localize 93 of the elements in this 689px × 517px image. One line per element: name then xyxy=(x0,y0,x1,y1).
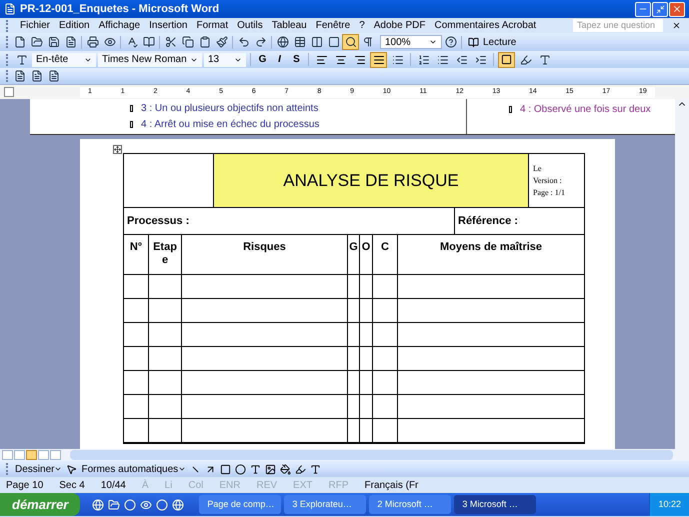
close-icon[interactable] xyxy=(672,21,681,30)
quick-launch-icon[interactable] xyxy=(140,498,152,510)
zoom-dropdown[interactable]: 100% xyxy=(380,35,442,49)
reference-label: Référence : xyxy=(458,214,518,229)
status-item: Page 10 xyxy=(6,478,44,492)
menu-item[interactable]: Outils xyxy=(237,18,263,33)
search-field[interactable]: Tapez une question xyxy=(573,19,663,32)
tab-stop-icon[interactable] xyxy=(4,87,14,97)
quick-launch-icon[interactable] xyxy=(108,498,120,510)
column-header: N° xyxy=(130,241,142,255)
borders-icon xyxy=(501,54,512,65)
column-header: C xyxy=(381,241,389,255)
restore-icon xyxy=(656,4,664,14)
meta-text: Page : 1/1 xyxy=(533,186,566,198)
status-item: Li xyxy=(164,478,172,492)
clock: 10:22 xyxy=(658,498,681,511)
menu-item[interactable]: Affichage xyxy=(98,18,140,33)
close-button[interactable] xyxy=(669,2,685,16)
quick-launch-icon[interactable] xyxy=(92,498,104,510)
window-title: PR-12-001_Enquetes - Microsoft Word xyxy=(20,2,220,17)
column-header: G xyxy=(349,241,358,255)
borders-button[interactable] xyxy=(498,52,515,68)
start-button[interactable]: démarrer xyxy=(0,493,80,516)
align-icon xyxy=(334,54,346,66)
list-item: 4 : Observé une fois sur deux xyxy=(520,103,651,117)
minimize-button[interactable] xyxy=(635,2,651,16)
title-cell: ANALYSE DE RISQUE xyxy=(214,154,529,207)
quick-launch-icon[interactable] xyxy=(156,498,168,510)
font-color-icon[interactable] xyxy=(310,464,322,474)
bold-button[interactable]: G xyxy=(255,52,270,67)
taskbar-button[interactable]: 3 Explorateu… xyxy=(284,495,366,514)
align-icon xyxy=(372,54,384,66)
list-item: 4 : Arrêt ou mise en échec du processus xyxy=(141,118,320,132)
status-item: ENR xyxy=(219,478,240,492)
table-move-icon[interactable] xyxy=(113,145,122,154)
menu-item[interactable]: Fichier xyxy=(20,18,50,33)
taskbar-button[interactable]: 3 Microsoft … xyxy=(454,495,536,514)
close-icon xyxy=(672,4,682,14)
text-box-icon[interactable] xyxy=(250,464,262,474)
underline-button[interactable]: S xyxy=(289,52,304,67)
fill-color-icon[interactable] xyxy=(280,464,292,474)
menu-item[interactable]: Fenêtre xyxy=(316,18,350,33)
process-label: Processus : xyxy=(127,214,190,229)
align-icon xyxy=(316,54,328,66)
menu-item[interactable]: Adobe PDF xyxy=(374,18,426,33)
menu-item[interactable]: ? xyxy=(359,18,365,33)
status-item: À xyxy=(142,478,149,492)
oval-icon[interactable] xyxy=(235,464,246,474)
italic-button[interactable]: I xyxy=(272,52,287,67)
status-item: Col xyxy=(188,478,204,492)
status-item: EXT xyxy=(293,478,312,492)
horizontal-scrollbar[interactable] xyxy=(70,450,673,460)
status-item: REV xyxy=(256,478,278,492)
vertical-scrollbar[interactable] xyxy=(675,99,689,449)
rectangle-icon[interactable] xyxy=(220,464,232,474)
quick-launch-icon[interactable] xyxy=(172,498,184,510)
menu-item[interactable]: Commentaires Acrobat xyxy=(434,18,536,33)
taskbar-button[interactable]: 2 Microsoft … xyxy=(369,495,452,514)
status-item: RFP xyxy=(328,478,348,492)
bullet-icon xyxy=(130,105,133,112)
bullet-icon xyxy=(509,106,512,113)
style-dropdown[interactable]: En-tête xyxy=(32,52,96,66)
restore-button[interactable] xyxy=(652,2,668,16)
column-header: O xyxy=(362,241,370,255)
menu-item[interactable]: Tableau xyxy=(272,18,307,33)
book-icon xyxy=(468,36,479,48)
menu-item[interactable]: Edition xyxy=(59,18,90,33)
picture-icon[interactable] xyxy=(265,464,276,474)
bullet-icon xyxy=(130,121,133,128)
status-item: Français (Fr xyxy=(364,478,418,492)
status-item: 10/44 xyxy=(100,478,126,492)
line-color-icon[interactable] xyxy=(295,464,306,474)
column-header: Moyens de maîtrise xyxy=(440,241,542,255)
meta-text: Version : xyxy=(533,174,563,186)
column-header: Etap e xyxy=(152,241,178,268)
align-button[interactable] xyxy=(370,52,387,68)
menu-item[interactable]: Format xyxy=(196,18,228,33)
word-icon xyxy=(4,3,16,15)
list-item: 3 : Un ou plusieurs objectifs non atteints xyxy=(141,102,318,116)
size-dropdown[interactable]: 13 xyxy=(204,52,246,66)
draw-menu[interactable]: Dessiner xyxy=(15,462,62,476)
arrow-icon[interactable] xyxy=(205,464,216,474)
quick-launch-icon[interactable] xyxy=(124,498,136,510)
taskbar-button[interactable]: Page de comp… xyxy=(199,495,282,514)
meta-text: Le xyxy=(533,162,542,174)
reading-button[interactable]: Lecture xyxy=(464,34,520,50)
status-item: Sec 4 xyxy=(59,478,85,492)
autoshapes-menu[interactable]: Formes automatiques xyxy=(81,462,186,476)
align-icon xyxy=(354,54,366,66)
column-header: Risques xyxy=(243,241,286,255)
menu-item[interactable]: Insertion xyxy=(149,18,188,33)
pointer-icon[interactable] xyxy=(66,464,78,474)
font-dropdown[interactable]: Times New Roman xyxy=(98,52,202,66)
